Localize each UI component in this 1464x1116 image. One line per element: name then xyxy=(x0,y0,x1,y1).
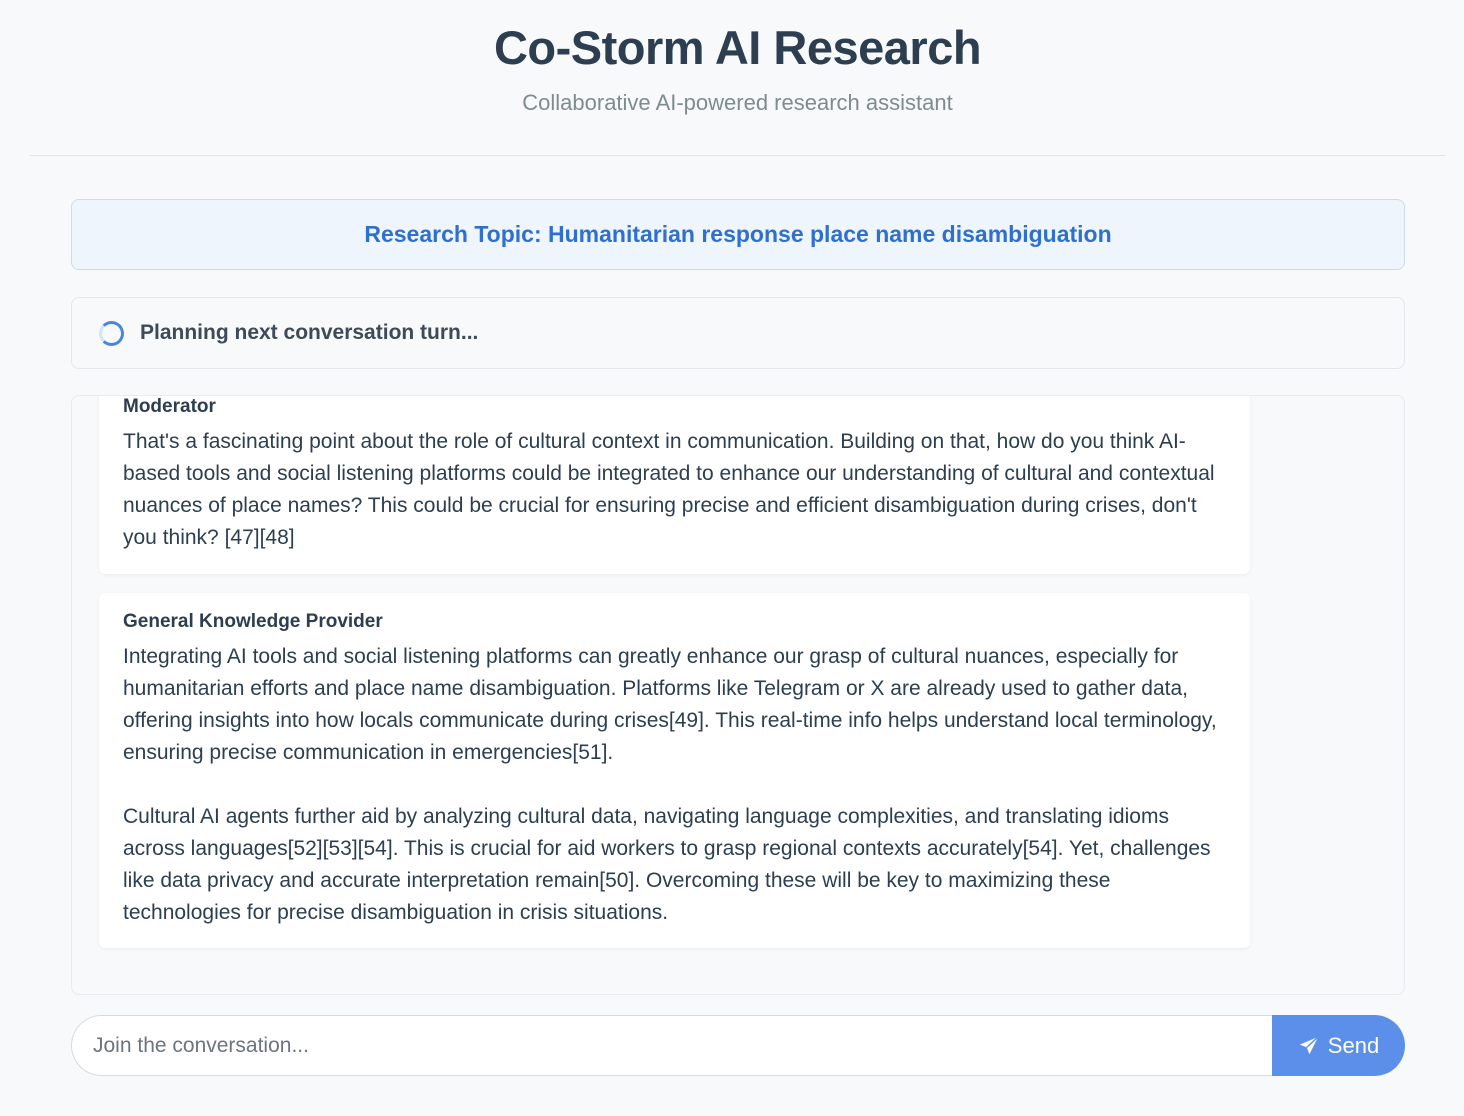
message-speaker: General Knowledge Provider xyxy=(123,611,383,632)
spinner-icon xyxy=(99,320,124,346)
app-header: Co-Storm AI Research Collaborative AI-po… xyxy=(30,0,1445,156)
message-text: That's a fascinating point about the rol… xyxy=(123,430,1215,549)
status-bar: Planning next conversation turn... xyxy=(71,297,1405,369)
send-button-label: Send xyxy=(1327,1032,1380,1058)
conversation-input[interactable] xyxy=(71,1015,1272,1076)
message-text: Integrating AI tools and social listenin… xyxy=(123,645,1217,924)
message-speaker: Moderator xyxy=(123,396,216,417)
status-text: Planning next conversation turn... xyxy=(140,321,479,344)
page-subtitle: Collaborative AI-powered research assist… xyxy=(522,90,953,115)
send-button[interactable]: Send xyxy=(1272,1015,1405,1076)
message-card: General Knowledge Provider Integrating A… xyxy=(99,593,1250,948)
research-topic-label: Research Topic: Humanitarian response pl… xyxy=(364,221,1112,247)
conversation-panel[interactable]: Moderator That's a fascinating point abo… xyxy=(71,395,1405,995)
page-title: Co-Storm AI Research xyxy=(493,21,982,74)
research-topic-banner: Research Topic: Humanitarian response pl… xyxy=(71,199,1405,270)
message-card: Moderator That's a fascinating point abo… xyxy=(99,396,1250,574)
composer: Send xyxy=(71,1015,1405,1076)
paper-plane-icon xyxy=(1299,1035,1319,1054)
